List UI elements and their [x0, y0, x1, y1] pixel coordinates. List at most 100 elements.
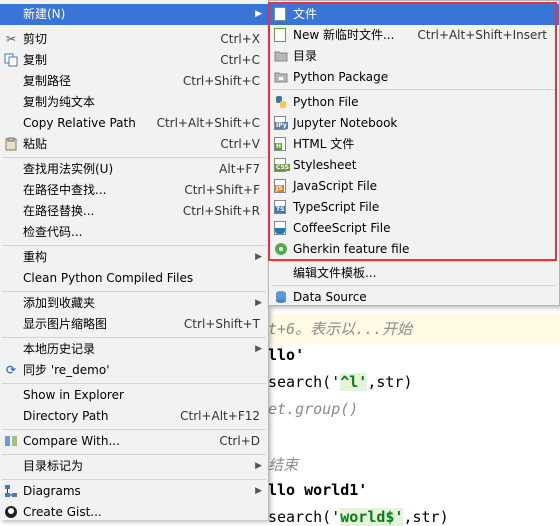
shortcut: Ctrl+Shift+T: [183, 317, 260, 331]
menu-label: 重构: [23, 250, 48, 264]
menu-label: Data Source: [293, 290, 367, 304]
submenu-item-coffeescript[interactable]: CoffeeScript File: [269, 218, 559, 239]
code-line: llo world1': [268, 481, 368, 499]
code-line: et.group(): [268, 400, 359, 418]
menu-item-sync[interactable]: ⟳ 同步 're_demo': [0, 360, 268, 381]
submenu-item-scratch-file[interactable]: New 新临时文件... Ctrl+Alt+Shift+Insert: [269, 25, 559, 46]
menu-label: Gherkin feature file: [293, 242, 410, 256]
submenu-item-stylesheet[interactable]: CSS Stylesheet: [269, 155, 559, 176]
menu-label: Copy Relative Path: [23, 116, 136, 130]
shortcut: Ctrl+Alt+Shift+Insert: [417, 28, 547, 42]
menu-label: Stylesheet: [293, 158, 357, 172]
menu-separator: [2, 454, 266, 455]
css-file-icon: CSS: [274, 158, 290, 172]
menu-item-copy[interactable]: 复制 Ctrl+C: [0, 50, 268, 71]
code-line: llo': [268, 346, 305, 364]
menu-label: JavaScript File: [293, 179, 378, 193]
menu-label: Compare With...: [23, 434, 120, 448]
code-line: 结束: [268, 456, 299, 474]
menu-label: Directory Path: [23, 409, 109, 423]
menu-item-cut[interactable]: ✂ 剪切 Ctrl+X: [0, 29, 268, 50]
menu-label: 新建(N): [23, 7, 66, 21]
submenu-arrow-icon: ▶: [255, 298, 262, 308]
menu-label: 复制路径: [23, 74, 72, 88]
diagram-icon: [4, 484, 18, 498]
submenu-item-edit-templates[interactable]: 编辑文件模板...: [269, 263, 559, 284]
menu-item-diagrams[interactable]: Diagrams ▶: [0, 481, 268, 502]
submenu-item-python-package[interactable]: Python Package: [269, 67, 559, 88]
menu-separator: [272, 285, 556, 286]
menu-item-refactor[interactable]: 重构 ▶: [0, 247, 268, 268]
menu-separator: [2, 245, 266, 246]
shortcut: Ctrl+X: [220, 32, 260, 46]
menu-item-find-usages[interactable]: 查找用法实例(U) Alt+F7: [0, 159, 268, 180]
menu-item-inspect-code[interactable]: 检查代码...: [0, 222, 268, 243]
context-menu: 新建(N) ▶ ✂ 剪切 Ctrl+X 复制 Ctrl+C 复制路径 Ctrl+…: [0, 0, 269, 520]
menu-label: 复制为纯文本: [23, 95, 96, 109]
submenu-arrow-icon: ▶: [255, 344, 262, 354]
submenu-item-html[interactable]: H HTML 文件: [269, 134, 559, 155]
submenu-item-directory[interactable]: 目录: [269, 46, 559, 67]
menu-label: 目录: [293, 49, 318, 63]
menu-item-add-favorites[interactable]: 添加到收藏夹 ▶: [0, 293, 268, 314]
menu-item-copy-relative-path[interactable]: Copy Relative Path Ctrl+Alt+Shift+C: [0, 113, 268, 134]
submenu-arrow-icon: ▶: [255, 9, 262, 19]
shortcut: Ctrl+Shift+F: [184, 183, 260, 197]
submenu-item-gherkin[interactable]: Gherkin feature file: [269, 239, 559, 260]
code-line: t+6。表示以...开始: [268, 320, 413, 338]
typescript-file-icon: TS: [274, 200, 288, 214]
menu-item-new[interactable]: 新建(N) ▶: [0, 4, 268, 25]
menu-separator: [2, 479, 266, 480]
menu-label: 本地历史记录: [23, 342, 96, 356]
menu-separator: [2, 429, 266, 430]
menu-label: 复制: [23, 53, 48, 67]
menu-label: 粘贴: [23, 137, 48, 151]
submenu-item-typescript[interactable]: TS TypeScript File: [269, 197, 559, 218]
menu-label: Python Package: [293, 70, 389, 84]
sync-icon: ⟳: [5, 363, 17, 377]
menu-label: New 新临时文件...: [293, 28, 395, 42]
menu-item-show-in-explorer[interactable]: Show in Explorer: [0, 385, 268, 406]
shortcut: Ctrl+V: [220, 137, 260, 151]
menu-item-paste[interactable]: 粘贴 Ctrl+V: [0, 134, 268, 155]
menu-item-copy-path[interactable]: 复制路径 Ctrl+Shift+C: [0, 71, 268, 92]
jupyter-icon: IPy: [274, 116, 288, 130]
shortcut: Ctrl+D: [219, 434, 260, 448]
shortcut: Ctrl+C: [220, 53, 260, 67]
menu-item-directory-path[interactable]: Directory Path Ctrl+Alt+F12: [0, 406, 268, 427]
menu-item-replace-in-path[interactable]: 在路径替换... Ctrl+Shift+R: [0, 201, 268, 222]
javascript-file-icon: JS: [274, 179, 288, 193]
menu-item-compare-with[interactable]: Compare With... Ctrl+D: [0, 431, 268, 452]
submenu-arrow-icon: ▶: [255, 486, 262, 496]
menu-item-local-history[interactable]: 本地历史记录 ▶: [0, 339, 268, 360]
html-file-icon: H: [274, 137, 288, 151]
menu-label: Clean Python Compiled Files: [23, 271, 194, 285]
package-folder-icon: [274, 70, 288, 84]
menu-item-clean-compiled[interactable]: Clean Python Compiled Files: [0, 268, 268, 289]
shortcut: Alt+F7: [219, 162, 260, 176]
menu-separator: [2, 383, 266, 384]
code-line: search('world$',str): [268, 508, 449, 526]
submenu-item-data-source[interactable]: Data Source: [269, 287, 559, 308]
menu-item-mark-directory[interactable]: 目录标记为 ▶: [0, 456, 268, 477]
menu-separator: [2, 291, 266, 292]
menu-separator: [272, 261, 556, 262]
shortcut: Ctrl+Alt+Shift+C: [156, 116, 260, 130]
menu-label: 在路径替换...: [23, 204, 95, 218]
menu-separator: [2, 337, 266, 338]
submenu-item-jupyter[interactable]: IPy Jupyter Notebook: [269, 113, 559, 134]
python-icon: [274, 95, 288, 109]
gherkin-icon: [274, 242, 288, 256]
submenu-item-file[interactable]: 文件: [269, 4, 559, 25]
menu-label: 查找用法实例(U): [23, 162, 114, 176]
submenu-item-javascript[interactable]: JS JavaScript File: [269, 176, 559, 197]
menu-label: 添加到收藏夹: [23, 296, 96, 310]
menu-item-find-in-path[interactable]: 在路径中查找... Ctrl+Shift+F: [0, 180, 268, 201]
menu-item-copy-plain[interactable]: 复制为纯文本: [0, 92, 268, 113]
menu-label: Diagrams: [23, 484, 81, 498]
submenu-item-python-file[interactable]: Python File: [269, 92, 559, 113]
clipboard-icon: [4, 137, 18, 151]
menu-item-thumbnails[interactable]: 显示图片缩略图 Ctrl+Shift+T: [0, 314, 268, 335]
menu-label: 显示图片缩略图: [23, 317, 108, 331]
shortcut: Ctrl+Shift+R: [182, 204, 260, 218]
